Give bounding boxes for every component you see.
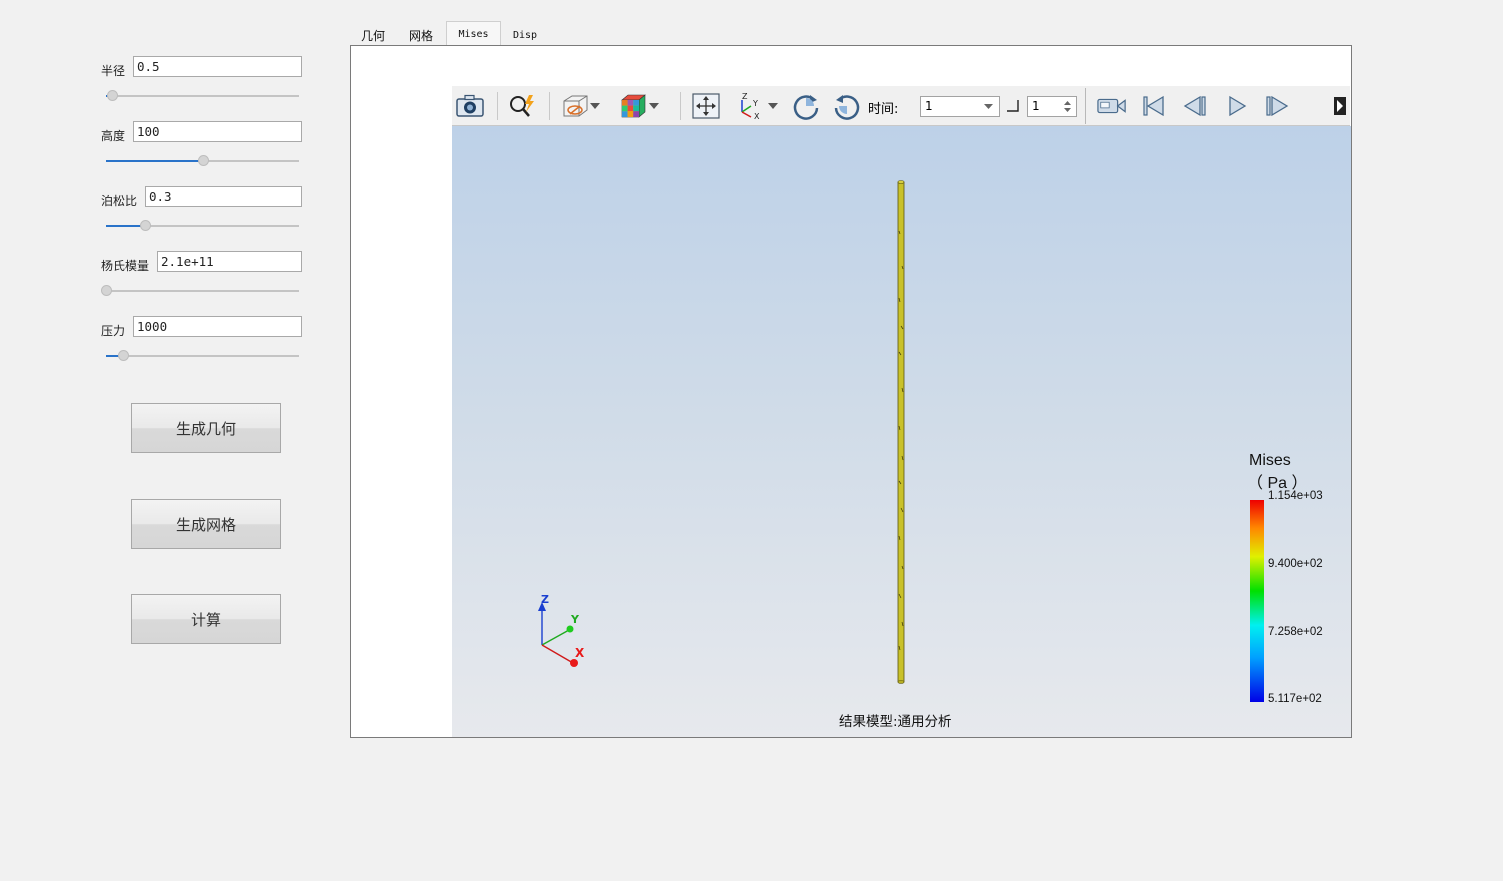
slider-thumb[interactable] (106, 90, 118, 101)
param-label-pressure: 压力 (101, 324, 126, 338)
chevron-down-icon (984, 104, 993, 109)
axis-label-z: Z (541, 593, 549, 606)
legend-label-2: 9.400e+02 (1268, 558, 1323, 570)
chevron-down-icon[interactable] (766, 91, 780, 121)
slider-thumb[interactable] (197, 155, 209, 166)
play-icon[interactable] (1222, 91, 1252, 121)
radius-slider[interactable] (106, 90, 299, 102)
param-label-poisson: 泊松比 (101, 194, 138, 208)
result-model-status: 结果模型:通用分析 (839, 714, 952, 730)
chevron-down-icon[interactable] (588, 91, 602, 121)
poisson-slider[interactable] (106, 220, 299, 232)
height-slider[interactable] (106, 155, 299, 167)
axes-orientation-icon[interactable]: ZYX (734, 91, 764, 121)
svg-text:X: X (754, 112, 760, 120)
param-poisson: 泊松比 (101, 186, 306, 236)
svg-text:Y: Y (752, 99, 758, 108)
orientation-triad (538, 602, 578, 667)
time-select[interactable]: 1 (920, 96, 1000, 117)
tab-geometry[interactable]: 几何 (353, 25, 393, 45)
surface-display-icon[interactable] (560, 91, 590, 121)
param-radius: 半径 (101, 56, 306, 106)
youngs-modulus-input[interactable] (157, 251, 302, 272)
slider-thumb[interactable] (118, 350, 130, 361)
model-canvas (538, 180, 1264, 702)
param-label-youngs: 杨氏模量 (101, 259, 150, 273)
generate-mesh-button[interactable]: 生成网格 (131, 499, 281, 549)
query-icon[interactable] (507, 91, 537, 121)
legend-color-bar (1250, 500, 1264, 702)
chevron-down-icon[interactable] (647, 91, 661, 121)
color-cube-icon[interactable] (618, 91, 648, 121)
result-viewport[interactable]: Z Y X Mises （ Pa ） 1.154e+03 9.400e+02 7… (452, 126, 1351, 737)
legend-title: Mises (1249, 452, 1291, 469)
rotate-cw-icon[interactable] (791, 91, 821, 121)
slider-thumb[interactable] (139, 220, 151, 231)
axis-label-y: Y (571, 613, 579, 626)
step-icon (1005, 91, 1021, 121)
spin-arrows-icon[interactable] (1064, 100, 1071, 113)
param-label-height: 高度 (101, 129, 126, 143)
prev-frame-icon[interactable] (1180, 91, 1210, 121)
tab-mesh[interactable]: 网格 (401, 25, 441, 45)
param-height: 高度 (101, 121, 306, 171)
legend-label-max: 1.154e+03 (1268, 490, 1323, 502)
param-youngs: 杨氏模量 (101, 251, 306, 301)
pressure-slider[interactable] (106, 350, 299, 362)
next-frame-icon[interactable] (1262, 91, 1292, 121)
step-spinbox-value: 1 (1032, 99, 1040, 113)
rotate-ccw-icon[interactable] (832, 91, 862, 121)
camera-icon[interactable] (455, 91, 485, 121)
axis-label-x: X (575, 646, 585, 660)
param-label-radius: 半径 (101, 64, 126, 78)
first-frame-icon[interactable] (1139, 91, 1169, 121)
time-select-value: 1 (925, 99, 933, 113)
toolbar-overflow-icon[interactable] (1332, 91, 1348, 121)
svg-text:Z: Z (742, 92, 748, 101)
slider-thumb[interactable] (101, 285, 112, 296)
legend-label-3: 7.258e+02 (1268, 626, 1323, 638)
tab-disp[interactable]: Disp (505, 25, 545, 45)
fit-view-icon[interactable] (691, 91, 721, 121)
viewer-toolbar: ZYX 时间: 1 1 (452, 86, 1350, 126)
generate-geometry-button[interactable]: 生成几何 (131, 403, 281, 453)
time-label: 时间: (868, 102, 899, 117)
poisson-input[interactable] (145, 186, 302, 207)
step-spinbox[interactable]: 1 (1027, 96, 1077, 117)
param-pressure: 压力 (101, 316, 306, 366)
record-video-icon[interactable] (1097, 91, 1127, 121)
pressure-input[interactable] (133, 316, 302, 337)
tab-mises[interactable]: Mises (446, 21, 501, 46)
cylinder-model (897, 180, 905, 684)
radius-input[interactable] (133, 56, 302, 77)
height-input[interactable] (133, 121, 302, 142)
youngs-modulus-slider[interactable] (101, 285, 299, 297)
legend-label-min: 5.117e+02 (1268, 693, 1322, 705)
compute-button[interactable]: 计算 (131, 594, 281, 644)
